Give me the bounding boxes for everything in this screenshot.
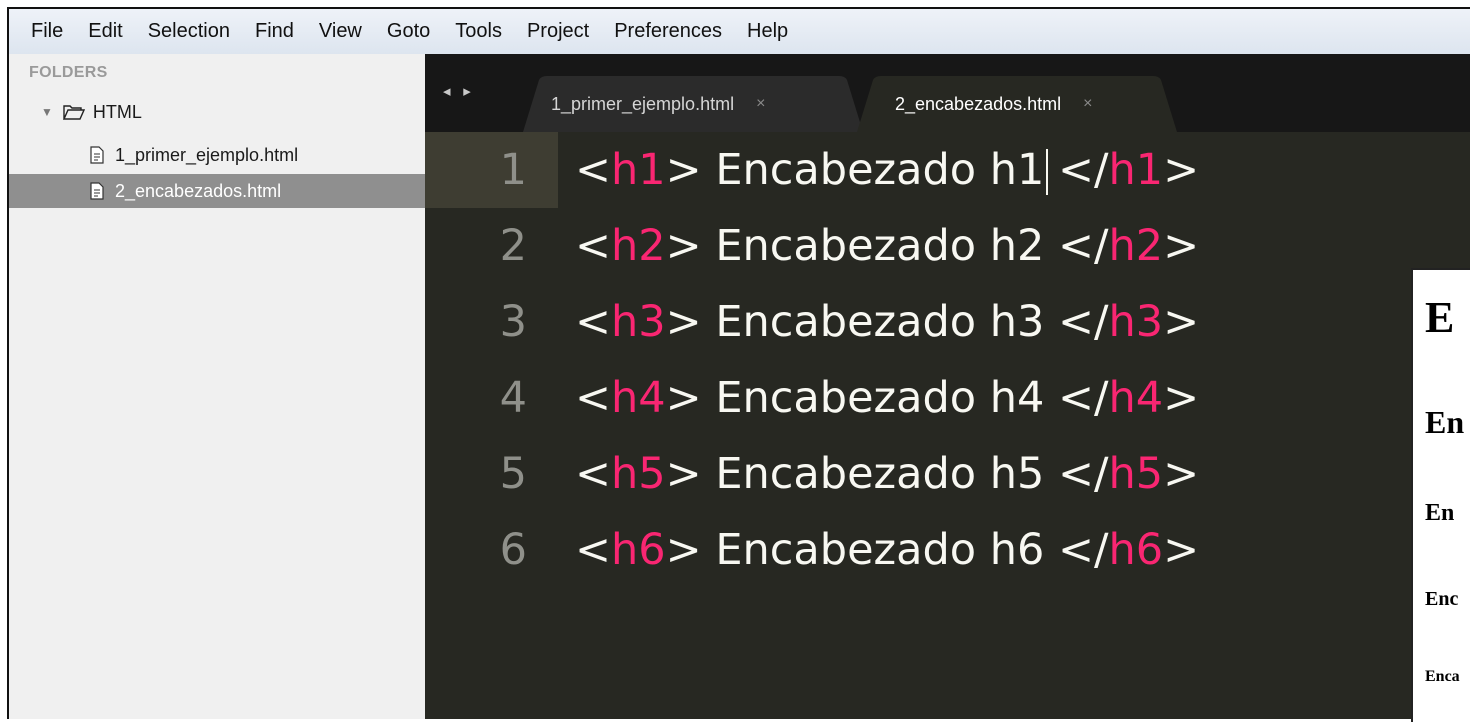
heading-text: Encabezado h1	[715, 144, 1045, 195]
line-number: 2	[499, 221, 527, 271]
folder-open-icon	[62, 104, 85, 120]
line-number: 4	[499, 373, 527, 423]
menu-preferences[interactable]: Preferences	[614, 20, 722, 43]
heading-text: Encabezado h5	[715, 449, 1045, 499]
open-tag: h6	[611, 525, 666, 575]
preview-heading-h3: En	[1425, 500, 1455, 526]
code-content: <h2> Encabezado h2 </h2>	[575, 221, 1200, 271]
preview-heading-h1: E	[1425, 293, 1455, 342]
preview-heading-h4: Enc	[1425, 588, 1459, 610]
code-line[interactable]: 2 <h2> Encabezado h2 </h2>	[425, 211, 1200, 281]
sidebar-file-1[interactable]: 1_primer_ejemplo.html	[9, 138, 425, 172]
preview-heading-h2: En	[1425, 404, 1465, 440]
tab-2-encabezados[interactable]: 2_encabezados.html ×	[857, 76, 1177, 132]
close-tag: h2	[1108, 221, 1164, 271]
file-icon	[89, 182, 105, 200]
open-tag: h5	[611, 449, 666, 499]
heading-text: Encabezado h4	[715, 373, 1045, 423]
menu-goto[interactable]: Goto	[387, 20, 430, 43]
folders-header: FOLDERS	[29, 64, 108, 81]
heading-text: Encabezado h2	[715, 221, 1045, 271]
line-number: 3	[499, 297, 527, 347]
open-tag: h1	[611, 144, 666, 195]
menu-tools[interactable]: Tools	[455, 20, 502, 43]
close-tag: h3	[1108, 297, 1164, 347]
sidebar: FOLDERS ▼ HTML 1_primer_ejemplo.html 2_e…	[9, 54, 426, 719]
menu-edit[interactable]: Edit	[88, 20, 122, 43]
browser-preview: E En En Enc Enca	[1411, 268, 1470, 722]
code-line[interactable]: 3 <h3> Encabezado h3 </h3>	[425, 287, 1200, 357]
line-number: 6	[499, 525, 527, 575]
menu-file[interactable]: File	[31, 20, 63, 43]
heading-text: Encabezado h3	[715, 297, 1045, 347]
caret-down-icon[interactable]: ▼	[41, 105, 53, 119]
sublime-text-window: File Edit Selection Find View Goto Tools…	[7, 7, 1470, 719]
tab-bar: ◂ ▸ 1_primer_ejemplo.html × 2_encabezado…	[425, 54, 1470, 132]
open-tag: h3	[611, 297, 666, 347]
close-tag: h4	[1108, 373, 1164, 423]
folder-html[interactable]: ▼ HTML	[41, 99, 142, 125]
tab-nav-arrows-icon[interactable]: ◂ ▸	[443, 82, 475, 100]
menu-project[interactable]: Project	[527, 20, 589, 43]
close-icon[interactable]: ×	[756, 95, 765, 113]
code-content: <h6> Encabezado h6 </h6>	[575, 525, 1200, 575]
file-icon	[89, 146, 105, 164]
code-editor[interactable]: 1 <h1> Encabezado h1 </h1> 2 <h2> Encabe…	[425, 132, 1470, 719]
close-tag: h1	[1108, 144, 1164, 195]
code-line[interactable]: 6 <h6> Encabezado h6 </h6>	[425, 515, 1200, 585]
tab-label: 1_primer_ejemplo.html	[551, 93, 735, 114]
code-content: <h3> Encabezado h3 </h3>	[575, 297, 1200, 347]
sidebar-file-label: 1_primer_ejemplo.html	[115, 144, 299, 165]
line-number: 5	[499, 449, 527, 499]
preview-heading-h5: Enca	[1425, 668, 1460, 685]
sidebar-file-label: 2_encabezados.html	[115, 180, 282, 201]
code-content: <h5> Encabezado h5 </h5>	[575, 449, 1200, 499]
tab-label: 2_encabezados.html	[895, 93, 1062, 114]
open-tag: h2	[611, 221, 666, 271]
close-tag: h6	[1108, 525, 1164, 575]
close-icon[interactable]: ×	[1083, 95, 1092, 113]
code-content: <h1> Encabezado h1 </h1>	[575, 144, 1200, 196]
menu-view[interactable]: View	[319, 20, 362, 43]
heading-text: Encabezado h6	[715, 525, 1045, 575]
code-content: <h4> Encabezado h4 </h4>	[575, 373, 1200, 423]
menu-find[interactable]: Find	[255, 20, 294, 43]
code-line[interactable]: 1 <h1> Encabezado h1 </h1>	[425, 135, 1199, 205]
menu-help[interactable]: Help	[747, 20, 788, 43]
code-line[interactable]: 4 <h4> Encabezado h4 </h4>	[425, 363, 1200, 433]
folder-label: HTML	[92, 101, 142, 122]
menu-selection[interactable]: Selection	[148, 20, 230, 43]
tab-1-primer-ejemplo[interactable]: 1_primer_ejemplo.html ×	[523, 76, 863, 132]
line-number: 1	[499, 145, 527, 195]
code-line[interactable]: 5 <h5> Encabezado h5 </h5>	[425, 439, 1200, 509]
open-tag: h4	[611, 373, 666, 423]
menu-bar: File Edit Selection Find View Goto Tools…	[9, 9, 1470, 54]
close-tag: h5	[1108, 449, 1164, 499]
sidebar-file-2[interactable]: 2_encabezados.html	[9, 174, 425, 208]
